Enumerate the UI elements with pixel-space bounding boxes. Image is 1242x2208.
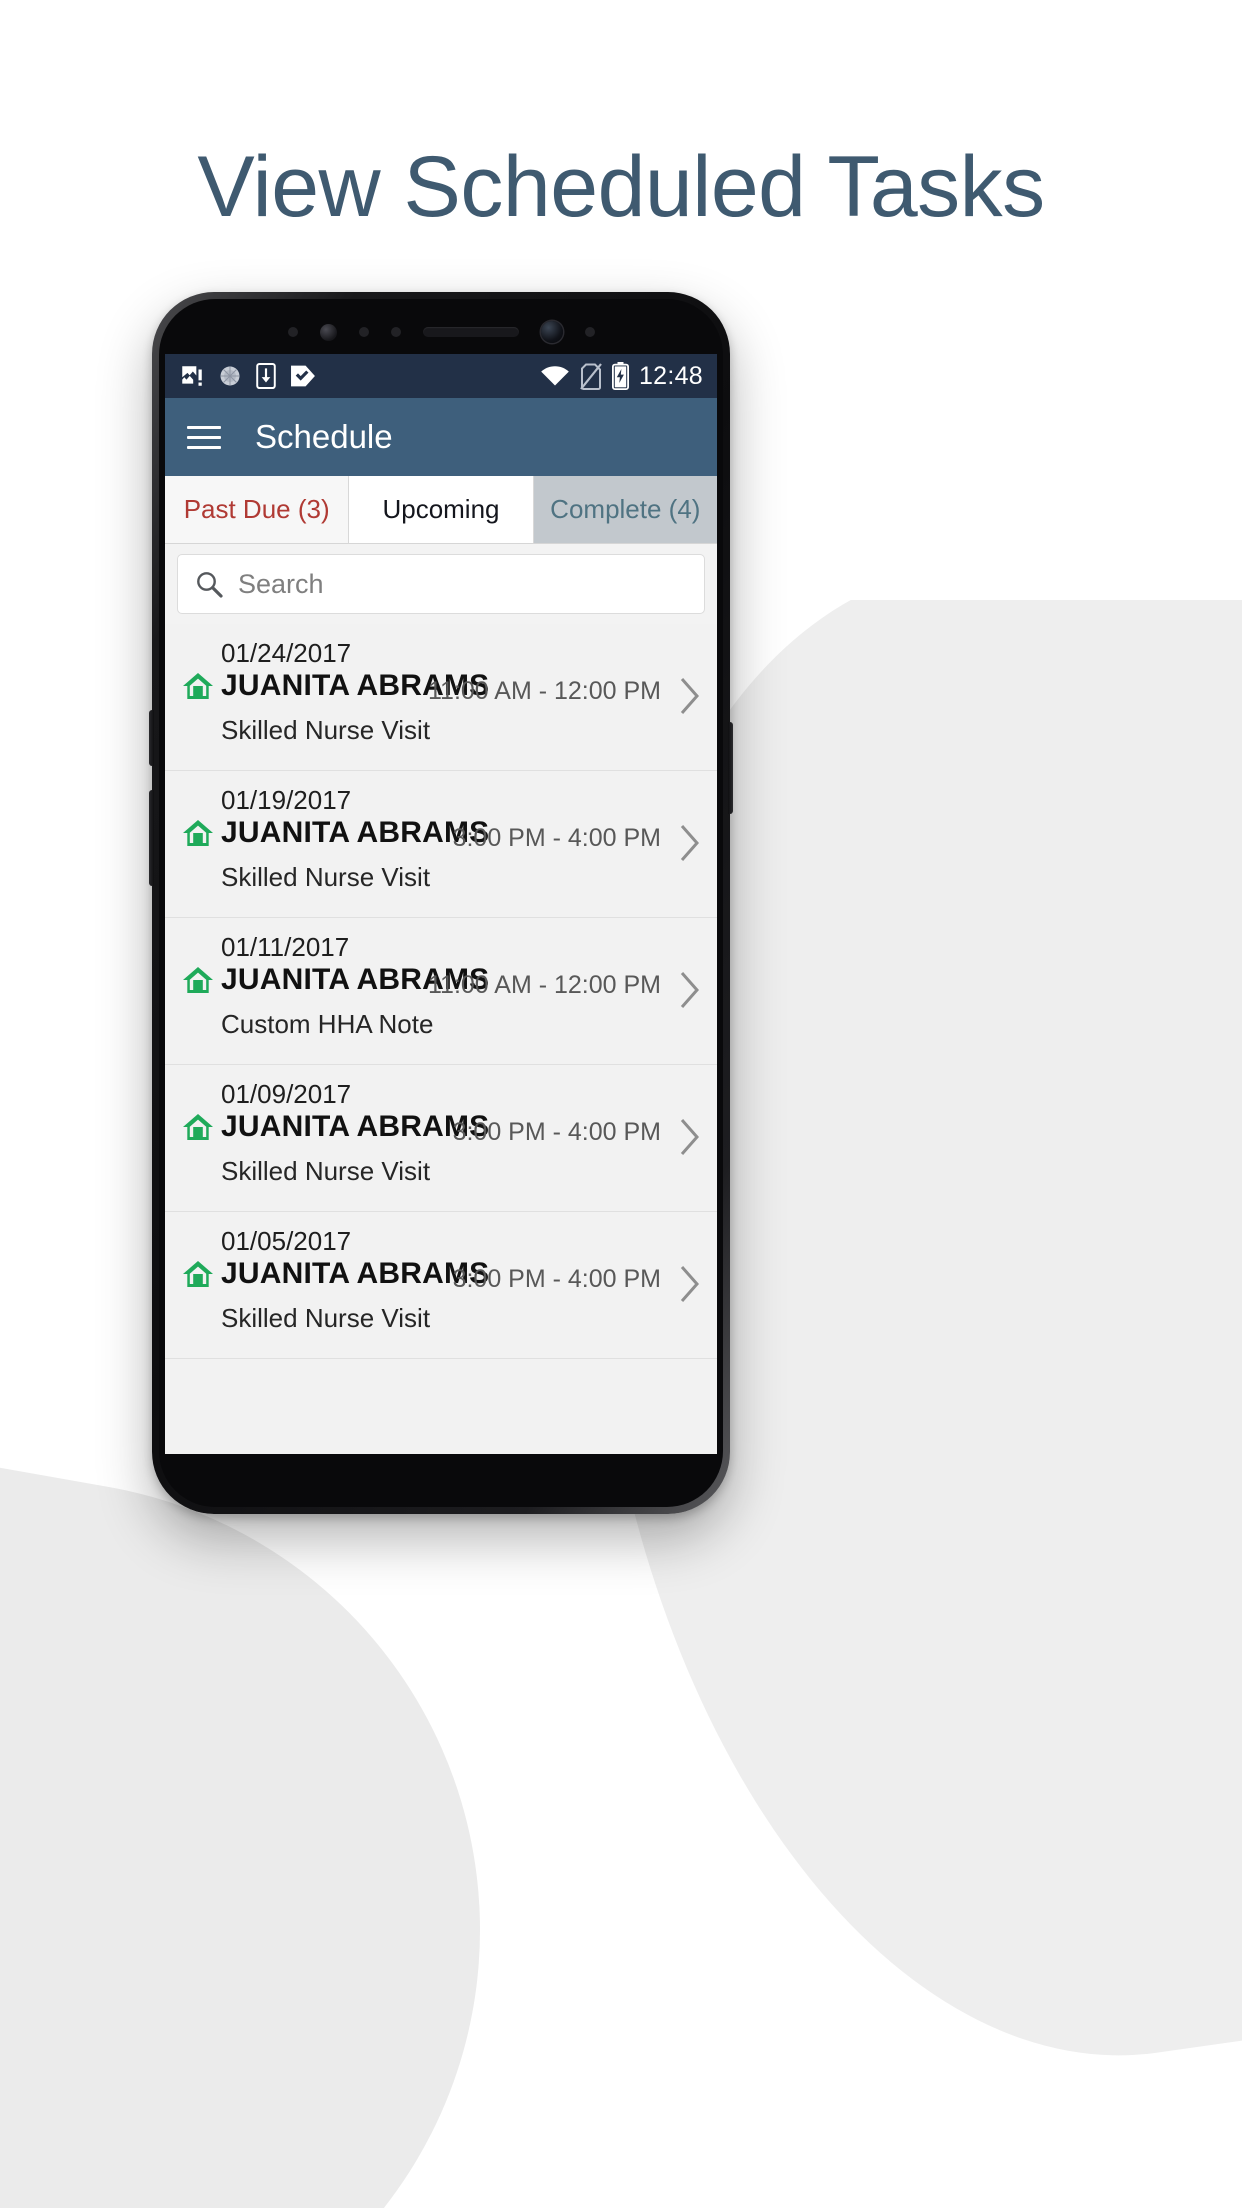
wifi-icon [541,366,569,386]
hamburger-menu-icon[interactable] [187,425,221,449]
battery-icon [611,362,629,390]
schedule-list: 01/24/2017 JUANITA ABRAMS Skilled Nurse … [165,624,717,1454]
status-bar-system-icons: 12:48 [540,362,703,391]
app-bar-title: Schedule [255,418,393,455]
sensor-dot-icon [584,327,595,337]
row-time-range: 3:00 PM - 4:00 PM [452,1265,661,1293]
chevron-right-icon [680,1266,700,1302]
home-icon [183,967,213,993]
table-row[interactable]: 01/05/2017 JUANITA ABRAMS Skilled Nurse … [165,1212,717,1359]
row-visit-type: Custom HHA Note [221,1009,434,1039]
tab-bar: Past Due (3) Upcoming Complete (4) [165,476,717,544]
row-patient-name: JUANITA ABRAMS [221,1257,490,1290]
proximity-sensor-icon [319,323,337,341]
search-placeholder: Search [238,568,324,599]
table-row[interactable]: 01/09/2017 JUANITA ABRAMS Skilled Nurse … [165,1065,717,1212]
sensor-dot-icon [358,327,369,337]
search-bar-container: Search [165,544,717,624]
table-row[interactable]: 01/24/2017 JUANITA ABRAMS Skilled Nurse … [165,624,717,771]
row-patient-name: JUANITA ABRAMS [221,1110,490,1143]
row-date: 01/24/2017 [221,638,352,668]
row-visit-type: Skilled Nurse Visit [221,715,431,745]
table-row[interactable]: 01/11/2017 JUANITA ABRAMS Custom HHA Not… [165,918,717,1065]
search-icon [197,572,223,598]
row-time-range: 11:00 AM - 12:00 PM [428,677,661,705]
row-date: 01/05/2017 [221,1226,352,1256]
sensor-dot-icon [287,327,298,337]
status-bar-clock: 12:48 [638,361,703,390]
phone-sensor-row [152,312,730,352]
row-patient-name: JUANITA ABRAMS [221,816,490,849]
checkmark-flag-icon [291,365,315,387]
phone-button-bixby [149,710,154,766]
status-bar-notification-icons [179,363,317,389]
download-to-device-icon [256,363,276,389]
row-visit-type: Skilled Nurse Visit [221,1156,431,1186]
background-swoosh-left [0,1408,552,2208]
chevron-right-icon [680,972,700,1008]
search-input[interactable]: Search [177,554,705,614]
row-time-range: 3:00 PM - 4:00 PM [452,824,661,852]
row-visit-type: Skilled Nurse Visit [221,1303,431,1333]
phone-button-power [728,722,733,814]
row-time-range: 3:00 PM - 4:00 PM [452,1118,661,1146]
table-row[interactable]: 01/19/2017 JUANITA ABRAMS Skilled Nurse … [165,771,717,918]
app-bar: Schedule [165,398,717,476]
home-icon [183,820,213,846]
page-title: View Scheduled Tasks [197,139,1045,235]
phone-screen: 12:48 Schedule Past Due (3) Upcoming Com… [165,354,717,1454]
page-root: View Scheduled Tasks 12:48 Schedule Past… [0,0,1242,2208]
row-date: 01/11/2017 [221,932,350,962]
row-visit-type: Skilled Nurse Visit [221,862,431,892]
home-icon [183,1114,213,1140]
row-time-range: 11:00 AM - 12:00 PM [428,971,661,999]
earpiece-speaker [422,327,519,337]
home-icon [183,673,213,699]
chevron-right-icon [680,1119,700,1155]
row-date: 01/19/2017 [221,785,352,815]
front-camera-icon [540,321,563,343]
list-empty-space [165,1359,717,1454]
android-status-bar: 12:48 [165,354,717,398]
chevron-right-icon [680,825,700,861]
row-date: 01/09/2017 [221,1079,352,1109]
chevron-right-icon [680,678,700,714]
tab-past-due[interactable]: Past Due (3) [165,476,350,544]
tab-complete[interactable]: Complete (4) [533,476,717,544]
no-sim-icon [580,362,602,390]
phone-button-volume [149,790,154,886]
sensor-dot-icon [390,327,401,337]
phone-mockup: 12:48 Schedule Past Due (3) Upcoming Com… [149,292,733,1514]
home-icon [183,1261,213,1287]
sync-progress-icon [220,366,240,386]
image-alert-icon [182,366,202,386]
tab-upcoming[interactable]: Upcoming [349,476,534,544]
